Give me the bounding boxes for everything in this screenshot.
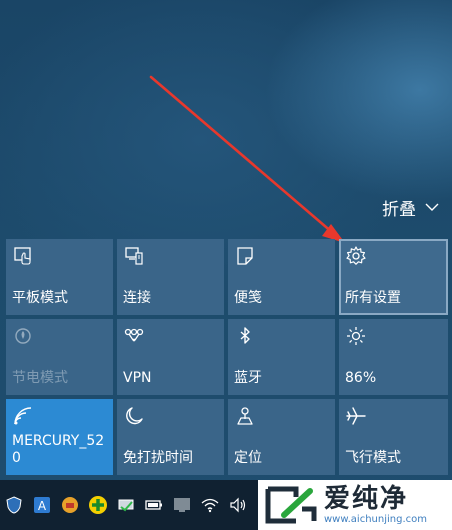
- bluetooth-icon: [234, 325, 256, 347]
- airplane-icon: [345, 405, 367, 427]
- collapse-button[interactable]: 折叠: [382, 194, 440, 220]
- tile-label: 免打扰时间: [123, 450, 193, 466]
- chevron-down-icon: [425, 203, 439, 211]
- tile-brightness[interactable]: 86%: [339, 319, 448, 395]
- tile-label: 飞行模式: [345, 450, 401, 466]
- connect-icon: [123, 245, 145, 267]
- tile-label: 蓝牙: [234, 370, 262, 386]
- shield-icon[interactable]: [4, 495, 24, 515]
- laptop-icon[interactable]: [116, 495, 136, 515]
- tile-battery-saver[interactable]: 节电模式: [6, 319, 113, 395]
- monitor-icon[interactable]: [172, 495, 192, 515]
- wifi-icon[interactable]: [200, 495, 220, 515]
- note-icon: [234, 245, 256, 267]
- game-icon[interactable]: [60, 495, 80, 515]
- tile-connect[interactable]: 连接: [117, 239, 224, 315]
- tile-label: 节电模式: [12, 370, 68, 386]
- watermark: 爱纯净 www.aichunjing.com: [258, 480, 452, 530]
- moon-icon: [123, 405, 145, 427]
- wifi-icon: [12, 405, 34, 427]
- gear-icon: [345, 245, 367, 267]
- tile-label: VPN: [123, 370, 152, 386]
- battery-icon[interactable]: [144, 495, 164, 515]
- tablet-mode-icon: [12, 245, 34, 267]
- tile-label: 平板模式: [12, 290, 68, 306]
- aichunjing-logo-icon: [265, 486, 317, 524]
- antivirus-icon[interactable]: A: [32, 495, 52, 515]
- watermark-title: 爱纯净: [324, 484, 409, 514]
- tile-label: 所有设置: [345, 290, 401, 306]
- tile-note[interactable]: 便笺: [228, 239, 335, 315]
- tile-airplane-mode[interactable]: 飞行模式: [339, 399, 448, 475]
- tile-label: MERCURY_52 0: [12, 433, 105, 466]
- tile-label: 连接: [123, 290, 151, 306]
- vpn-icon: [123, 325, 145, 347]
- tile-label: 定位: [234, 450, 262, 466]
- quick-actions-grid: 平板模式 连接 便笺 所有设置 节电模式 VPN 蓝牙 86% MERCURY_…: [6, 239, 448, 475]
- brightness-icon: [345, 325, 367, 347]
- tile-tablet-mode[interactable]: 平板模式: [6, 239, 113, 315]
- tile-label: 便笺: [234, 290, 262, 306]
- tile-bluetooth[interactable]: 蓝牙: [228, 319, 335, 395]
- watermark-url: www.aichunjing.com: [324, 514, 427, 525]
- tile-label: 86%: [345, 370, 377, 386]
- tile-vpn[interactable]: VPN: [117, 319, 224, 395]
- tile-quiet-hours[interactable]: 免打扰时间: [117, 399, 224, 475]
- tile-all-settings[interactable]: 所有设置: [339, 239, 448, 315]
- location-icon: [234, 405, 256, 427]
- volume-icon[interactable]: [228, 495, 248, 515]
- tile-location[interactable]: 定位: [228, 399, 335, 475]
- plus-icon[interactable]: [88, 495, 108, 515]
- collapse-label: 折叠: [382, 199, 416, 220]
- tile-wifi[interactable]: MERCURY_52 0: [6, 399, 113, 475]
- battery-saver-icon: [12, 325, 34, 347]
- svg-text:A: A: [38, 499, 47, 513]
